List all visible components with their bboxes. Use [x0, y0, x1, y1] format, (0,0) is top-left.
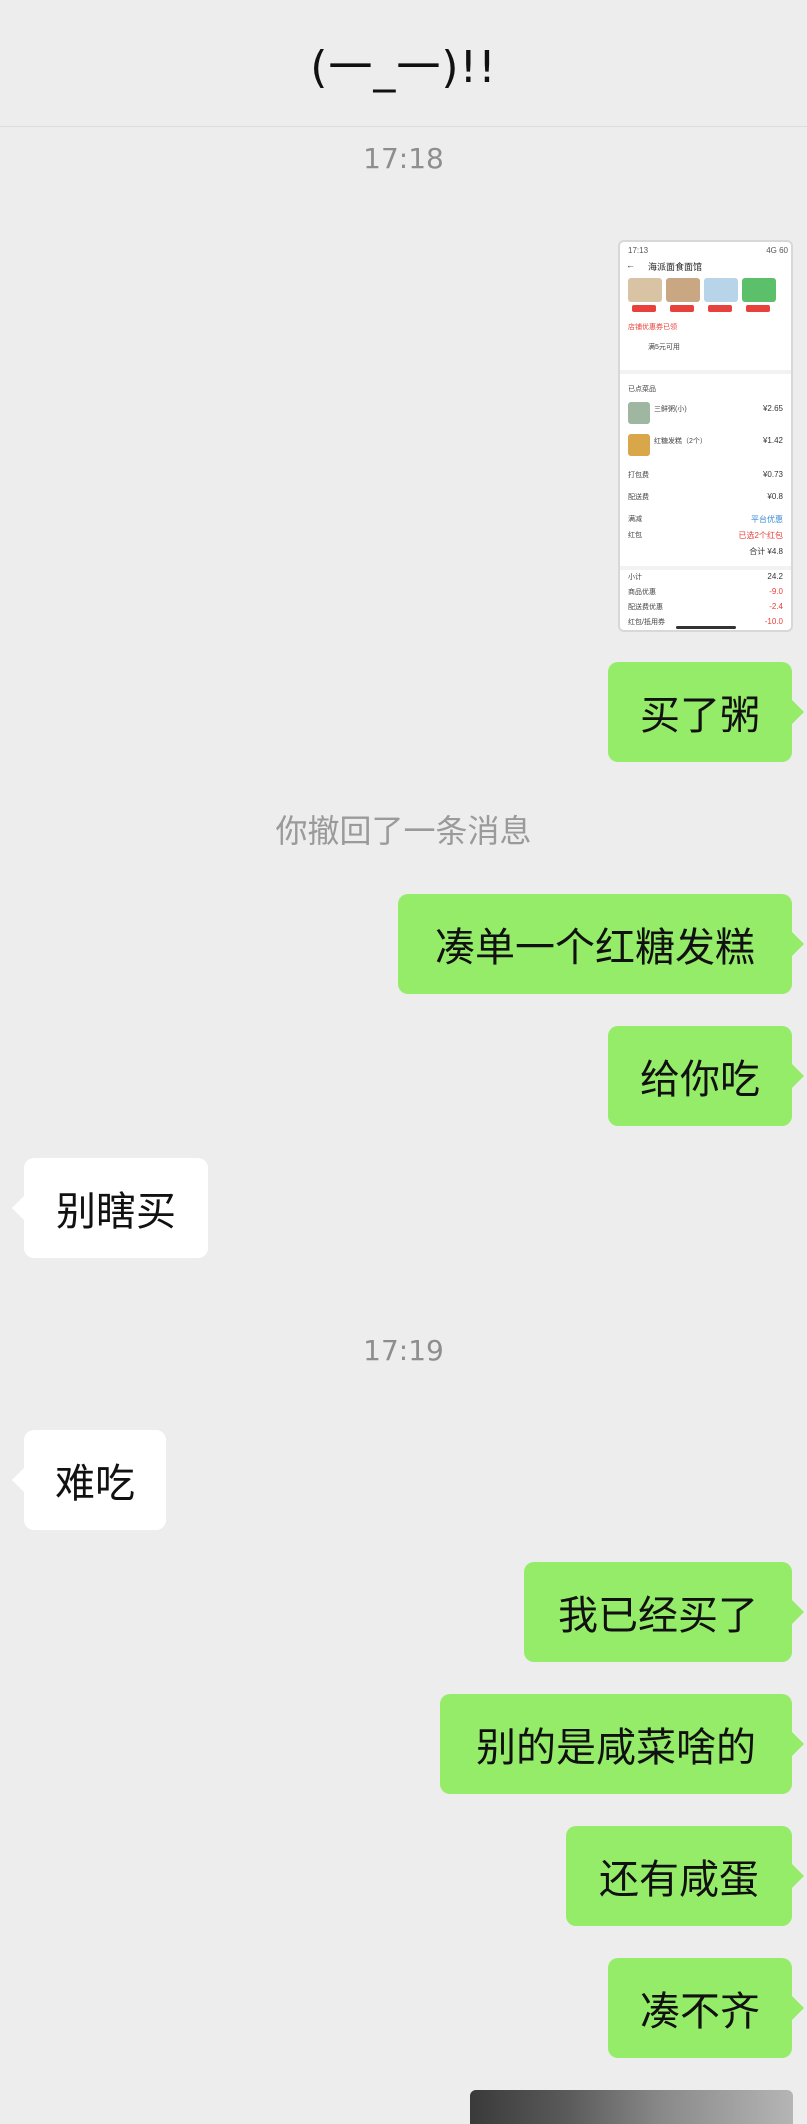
thumb-coupon-detail: 满5元可用 [648, 344, 680, 351]
thumb-pack-price: ¥0.73 [762, 470, 783, 479]
thumb-pack-label: 打包费 [628, 472, 649, 479]
thumb-product-image [666, 278, 700, 302]
thumb-sum1-label: 小计 [628, 574, 642, 581]
thumb-status-bar: 17:13 4G 60 [628, 246, 788, 255]
thumb-price-tag [746, 305, 770, 312]
thumb-discount-value: 平台优惠 [751, 515, 783, 524]
message-bubble-received[interactable]: 难吃 [12, 1430, 166, 1530]
timestamp: 17:18 [363, 142, 444, 175]
thumb-product-image [628, 278, 662, 302]
thumb-section-title: 已点菜品 [628, 386, 656, 393]
thumb-red-label: 红包 [628, 532, 642, 539]
thumb-home-indicator [676, 626, 736, 629]
thumb-sum4-label: 红包/抵用券 [628, 619, 665, 626]
message-bubble-sent[interactable]: 还有咸蛋 [566, 1826, 804, 1926]
shared-screenshot-image[interactable]: 17:13 4G 60 ← 海派面食面馆 店铺优惠券已领 满5元可用 已点菜品 … [618, 240, 793, 632]
thumb-price-tag [632, 305, 656, 312]
thumb-price-tag [708, 305, 732, 312]
timestamp: 17:19 [363, 1334, 444, 1367]
thumb-product-image [742, 278, 776, 302]
thumb-sum3-label: 配送费优惠 [628, 604, 663, 611]
thumb-sum3-value: -2.4 [769, 602, 783, 611]
chat-screen: (一_一)!! 17:18 17:13 4G 60 ← 海派面食面馆 店铺优惠券… [0, 0, 807, 2124]
image-message-partial[interactable] [470, 2090, 793, 2124]
thumb-red-value: 已选2个红包 [738, 531, 783, 540]
message-bubble-sent[interactable]: 我已经买了 [524, 1562, 804, 1662]
back-arrow-icon: ← [626, 260, 635, 270]
message-bubble-received[interactable]: 别瞎买 [12, 1158, 208, 1258]
chat-header: (一_一)!! [0, 0, 807, 127]
thumb-discount-label: 满减 [628, 516, 642, 523]
thumb-product-image [704, 278, 738, 302]
message-bubble-sent[interactable]: 别的是咸菜啥的 [440, 1694, 804, 1794]
thumb-price-tag [670, 305, 694, 312]
thumb-sum2-value: -9.0 [769, 587, 783, 596]
thumb-item1-name: 三鲜粥(小) [654, 406, 687, 413]
thumb-delivery-price: ¥0.8 [767, 492, 783, 501]
thumb-divider [620, 370, 791, 374]
thumb-total-line: 合计 ¥4.8 [749, 547, 783, 556]
thumb-shop-name: 海派面食面馆 [648, 262, 703, 272]
message-bubble-sent[interactable]: 买了粥 [608, 662, 804, 762]
thumb-divider [620, 566, 791, 570]
thumb-food-image [628, 434, 650, 456]
thumb-food-image [628, 402, 650, 424]
message-bubble-sent[interactable]: 凑不齐 [608, 1958, 804, 2058]
thumb-sum2-label: 商品优惠 [628, 589, 656, 596]
thumb-item2-name: 红糖发糕（2个） [654, 438, 707, 445]
message-bubble-sent[interactable]: 凑单一个红糖发糕 [398, 894, 804, 994]
thumb-coupon-line: 店铺优惠券已领 [628, 324, 677, 331]
thumb-sum4-value: -10.0 [764, 617, 783, 626]
thumb-delivery-label: 配送费 [628, 494, 649, 501]
recall-notice: 你撤回了一条消息 [275, 812, 532, 850]
chat-title: (一_一)!! [310, 42, 497, 93]
thumb-item2-price: ¥1.42 [762, 436, 783, 445]
message-bubble-sent[interactable]: 给你吃 [608, 1026, 804, 1126]
thumb-item1-price: ¥2.65 [762, 404, 783, 413]
thumb-sum1-value: 24.2 [767, 572, 783, 581]
